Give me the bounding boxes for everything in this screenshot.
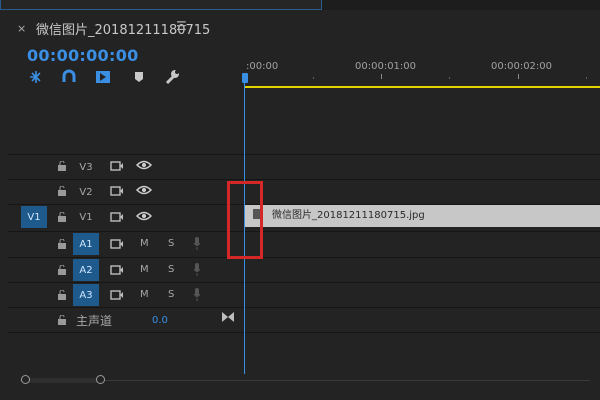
microphone-icon[interactable] (193, 288, 201, 301)
scrollbar-left-handle[interactable] (21, 375, 30, 384)
microphone-icon[interactable] (193, 237, 201, 250)
sync-lock-icon[interactable] (110, 265, 124, 275)
marker-icon[interactable] (130, 68, 148, 86)
horizontal-scrollbar-thumb[interactable] (26, 378, 101, 383)
ruler-label-1: 00:00:01:00 (355, 61, 417, 72)
lock-icon[interactable] (57, 265, 67, 275)
scrollbar-right-handle[interactable] (96, 375, 105, 384)
sync-lock-icon[interactable] (110, 186, 124, 196)
row-divider (8, 179, 600, 180)
ruler-label-2: 00:00:02:00 (491, 61, 553, 72)
snap-icon[interactable] (27, 68, 45, 86)
ruler-tick-minor (586, 77, 587, 79)
tab-close-button[interactable]: × (17, 22, 26, 35)
row-divider (8, 282, 600, 283)
lock-icon[interactable] (57, 290, 67, 300)
sync-lock-icon[interactable] (110, 239, 124, 249)
row-divider (8, 307, 600, 308)
highlight-box (227, 181, 263, 259)
row-divider (8, 231, 600, 232)
track-target-v3[interactable]: V3 (73, 156, 99, 178)
menu-icon[interactable]: ☰ (176, 19, 187, 33)
eye-icon[interactable] (136, 210, 152, 222)
source-patch-v1[interactable]: V1 (21, 206, 47, 228)
solo-button[interactable]: S (168, 238, 174, 249)
ruler-label-0: :00:00 (246, 61, 279, 72)
lock-icon[interactable] (57, 186, 67, 196)
lock-icon[interactable] (57, 212, 67, 222)
solo-button[interactable]: S (168, 289, 174, 300)
track-target-v1[interactable]: V1 (73, 206, 99, 228)
lock-icon[interactable] (57, 161, 67, 171)
timecode-display[interactable]: 00:00:00:00 (27, 46, 139, 65)
lock-icon[interactable] (57, 315, 67, 325)
master-track-label: 主声道 (76, 314, 113, 328)
ruler-tick-minor (449, 77, 450, 79)
insert-edit-icon[interactable] (94, 68, 112, 86)
track-target-a1[interactable]: A1 (73, 233, 99, 255)
horizontal-scrollbar-track (20, 380, 590, 381)
playhead-handle[interactable] (242, 73, 248, 83)
linked-selection-icon[interactable] (60, 68, 78, 86)
eye-icon[interactable] (136, 159, 152, 171)
top-panel-edge (0, 0, 322, 10)
bowtie-icon[interactable] (222, 312, 234, 322)
solo-button[interactable]: S (168, 264, 174, 275)
microphone-icon[interactable] (193, 263, 201, 276)
sync-lock-icon[interactable] (110, 212, 124, 222)
clip-label: 微信图片_20181211180715.jpg (272, 210, 425, 221)
mute-button[interactable]: M (140, 264, 149, 275)
ruler-tick (381, 74, 382, 79)
work-area-bar[interactable] (245, 86, 600, 88)
eye-icon[interactable] (136, 184, 152, 196)
mute-button[interactable]: M (140, 238, 149, 249)
row-divider (8, 257, 600, 258)
lock-icon[interactable] (57, 239, 67, 249)
master-volume-value[interactable]: 0.0 (152, 315, 168, 326)
track-target-a2[interactable]: A2 (73, 259, 99, 281)
sync-lock-icon[interactable] (110, 290, 124, 300)
row-divider (8, 154, 600, 155)
ruler-tick (518, 74, 519, 79)
ruler-tick-minor (313, 77, 314, 79)
wrench-icon[interactable] (163, 68, 181, 86)
track-target-a3[interactable]: A3 (73, 284, 99, 306)
sync-lock-icon[interactable] (110, 161, 124, 171)
mute-button[interactable]: M (140, 289, 149, 300)
track-target-v2[interactable]: V2 (73, 181, 99, 203)
row-divider (8, 332, 600, 333)
